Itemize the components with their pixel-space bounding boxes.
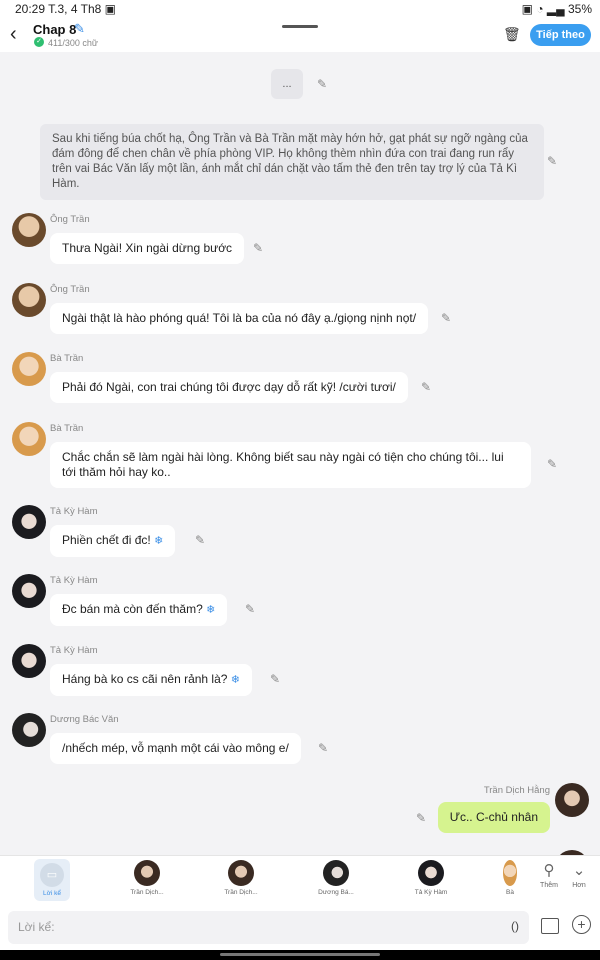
speaker-name: Tả Kỳ Hàm [50,575,98,586]
character-avatar [503,860,517,886]
plus-icon[interactable]: + [572,915,591,934]
message-bubble[interactable]: Ưc.. C-chủ nhân [437,802,550,833]
edit-icon[interactable]: ✎ [245,602,255,616]
speaker-name: Ông Trần [50,284,90,295]
avatar[interactable] [12,352,46,386]
home-indicator[interactable] [220,953,380,956]
chevron-down-icon: ⌄ [572,862,586,879]
drag-handle[interactable] [282,25,318,28]
edit-icon[interactable]: ✎ [318,741,328,755]
narration-block[interactable]: Sau khi tiếng búa chốt hạ, Ông Trần và B… [40,124,544,200]
input-placeholder: Lời kể: [18,920,55,934]
edit-icon[interactable]: ✎ [547,154,557,168]
narrator-label: Lời kể [43,890,61,897]
speaker-name: Ông Trần [50,214,90,225]
more-button[interactable]: ⌄ Hơn [564,862,594,889]
avatar[interactable] [12,213,46,247]
character-selector[interactable]: Tả Kỳ Hàm [401,860,461,896]
character-selector[interactable]: Bà [490,860,530,896]
character-avatar [323,860,349,886]
speaker-name: Trần Dịch Hằng [483,785,550,796]
edit-icon[interactable]: ✎ [253,241,263,255]
speaker-name: Dương Bác Văn [50,714,119,725]
character-name: Trần Dịch... [130,889,164,896]
add-label: Thêm [540,882,558,889]
status-bar: 20:29 T.3, 4 Th8 ▣ ▣ ◔ ▂▄ 35% [0,0,600,18]
message-bubble[interactable]: Thưa Ngài! Xin ngài dừng bước [50,233,245,264]
character-avatar [418,860,444,886]
message-bubble[interactable]: Phiền chết đi đc! ❄ [50,525,176,557]
avatar[interactable] [12,283,46,317]
chapter-title[interactable]: Chap 8 [33,22,76,37]
edit-icon[interactable]: ✎ [547,457,557,471]
character-name: Trần Dịch... [224,889,258,896]
speaker-name: Bà Trần [50,353,84,364]
character-selector[interactable]: Trần Dịch... [211,860,271,896]
add-person-icon: ⚲ [543,862,555,879]
speaker-name: Bà Trần [50,423,84,434]
avatar[interactable] [12,713,46,747]
character-name: Dương Bá... [318,889,354,896]
chat-bubble-icon: ▭ [40,863,64,887]
snowflake-icon: ❄ [206,604,216,616]
more-label: Hơn [572,882,586,889]
word-count: 411/300 chữ [48,38,98,48]
message-bubble[interactable]: Phải đó Ngài, con trai chúng tôi được dạ… [50,372,408,403]
edit-icon[interactable]: ✎ [270,672,280,686]
edit-icon[interactable]: ✎ [441,311,451,325]
message-bubble[interactable]: Chắc chắn sẽ làm ngài hài lòng. Không bi… [50,442,531,488]
message-bubble[interactable]: /nhếch mép, vỗ mạnh một cái vào mông e/ [50,733,301,764]
avatar[interactable] [12,644,46,678]
avatar[interactable] [12,505,46,539]
edit-icon[interactable]: ✎ [416,811,426,825]
chapter-header: ‹ Chap 8 ✎ ✓ 411/300 chữ 🗑 Tiếp theo [0,18,600,52]
speaker-name: Tả Kỳ Hàm [50,645,98,656]
message-bubble[interactable]: Háng bà ko cs cãi nên rảnh là? ❄ [50,664,253,696]
character-name: Tả Kỳ Hàm [414,889,448,896]
next-button[interactable]: Tiếp theo [530,24,591,46]
parentheses-button[interactable]: () [511,919,519,933]
check-icon: ✓ [34,37,44,47]
edit-icon[interactable]: ✎ [195,533,205,547]
character-bar: ▭ Lời kể Trần Dịch... Trần Dịch... Dương… [0,855,600,906]
character-name: Bà [506,889,514,896]
chat-area[interactable]: ... ✎ Sau khi tiếng búa chốt hạ, Ông Trầ… [0,52,600,855]
speaker-name: Tả Kỳ Hàm [50,506,98,517]
message-bubble[interactable]: Đc bán mà còn đến thăm? ❄ [50,594,228,626]
add-character-button[interactable]: ⚲ Thêm [534,862,564,889]
image-icon[interactable] [541,918,559,934]
edit-icon[interactable]: ✎ [317,77,327,91]
status-battery: ▣ ◔ ▂▄ 35% [521,2,592,16]
character-avatar [134,860,160,886]
message-bubble[interactable]: Ngài thật là hào phóng quá! Tôi là ba củ… [50,303,429,334]
snowflake-icon: ❄ [230,674,241,686]
edit-title-icon[interactable]: ✎ [74,21,85,37]
edit-icon[interactable]: ✎ [421,380,431,394]
narration-input[interactable]: Lời kể: () [8,911,529,944]
status-time: 20:29 T.3, 4 Th8 ▣ [15,2,116,16]
system-nav-bar [0,950,600,960]
avatar[interactable] [12,574,46,608]
character-avatar [228,860,254,886]
ellipsis-block[interactable]: ... [271,69,303,99]
input-row: Lời kể: () + [0,905,600,950]
narrator-selector[interactable]: ▭ Lời kể [34,859,70,901]
character-selector[interactable]: Dương Bá... [306,860,366,896]
trash-icon[interactable]: 🗑 [503,26,521,43]
avatar[interactable] [555,783,589,817]
back-icon[interactable]: ‹ [10,24,17,44]
snowflake-icon: ❄ [154,535,164,547]
avatar[interactable] [12,422,46,456]
character-selector[interactable]: Trần Dịch... [117,860,177,896]
